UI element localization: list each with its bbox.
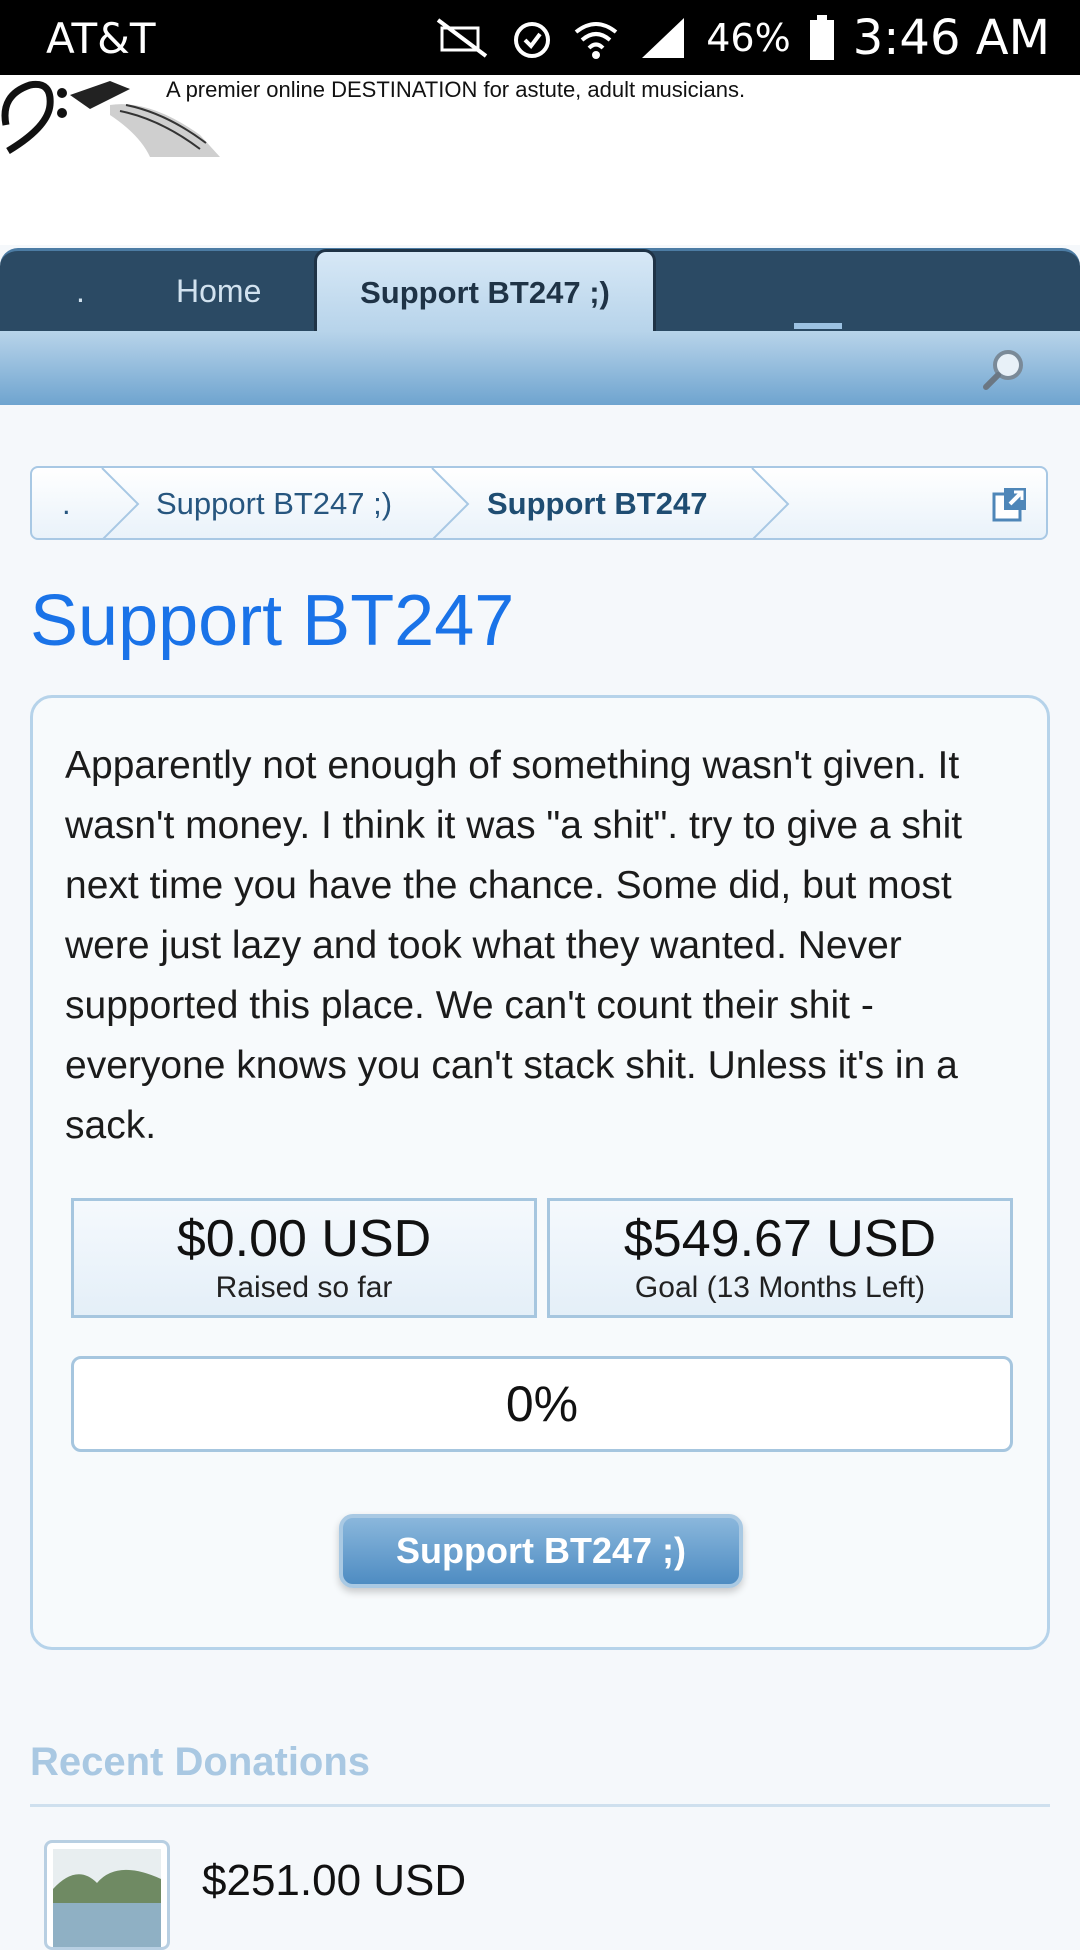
breadcrumb-item-support[interactable]: Support BT247 ;) [156,486,392,522]
donation-amount: $251.00 USD [202,1856,467,1905]
clock: 3:46 AM [852,10,1050,66]
main-nav: . Home Support BT247 ;) [0,248,1080,334]
breadcrumb-chevron-icon [751,468,790,538]
status-icons: 46% 3:46 AM [432,10,1050,66]
battery-percent: 46% [706,16,791,60]
nav-subbar [0,331,1080,405]
status-bar: AT&T 46% 3:46 AM [0,0,1080,75]
support-button[interactable]: Support BT247 ;) [339,1514,743,1588]
avatar[interactable] [44,1840,170,1950]
breadcrumb: . Support BT247 ;) Support BT247 [30,466,1048,540]
breadcrumb-item-current[interactable]: Support BT247 [487,486,707,522]
breadcrumb-chevron-icon [431,468,470,538]
page-title: Support BT247 [30,581,515,661]
goal-label: Goal (13 Months Left) [634,1271,926,1304]
carrier-name: AT&T [46,14,156,63]
nav-tab-home[interactable]: Home [176,273,261,310]
nav-tab-support[interactable]: Support BT247 ;) [314,249,656,334]
search-icon[interactable] [980,345,1028,393]
goal-amount: $549.67 USD [623,1210,937,1268]
mute-icon [437,18,488,58]
campaign-description: Apparently not enough of something wasn'… [65,744,963,1147]
donation-item[interactable]: $251.00 USD [30,1826,1050,1950]
wifi-icon [574,22,618,59]
battery-icon [809,15,834,60]
site-tagline: A premier online DESTINATION for astute,… [166,77,746,102]
recent-donations-heading: Recent Donations [30,1740,371,1784]
avatar-image [53,1849,161,1947]
progress-text: 0% [505,1376,579,1432]
breadcrumb-chevron-icon [101,468,140,538]
goal-box: $549.67 USD Goal (13 Months Left) [547,1198,1013,1318]
popout-icon[interactable] [990,484,1030,524]
raised-label: Raised so far [215,1271,393,1304]
nav-menu-indicator[interactable] [794,323,842,329]
progress-bar: 0% [71,1356,1013,1452]
raised-box: $0.00 USD Raised so far [71,1198,537,1318]
breadcrumb-item-root[interactable]: . [62,486,71,522]
nav-tab-dot[interactable]: . [76,273,85,310]
site-header: A premier online DESTINATION for astute,… [0,75,1080,245]
raised-amount: $0.00 USD [176,1210,432,1268]
signal-icon [642,18,685,58]
alarm-icon [514,22,551,58]
campaign-card: Apparently not enough of something wasn'… [30,695,1050,1650]
section-divider [30,1804,1050,1807]
